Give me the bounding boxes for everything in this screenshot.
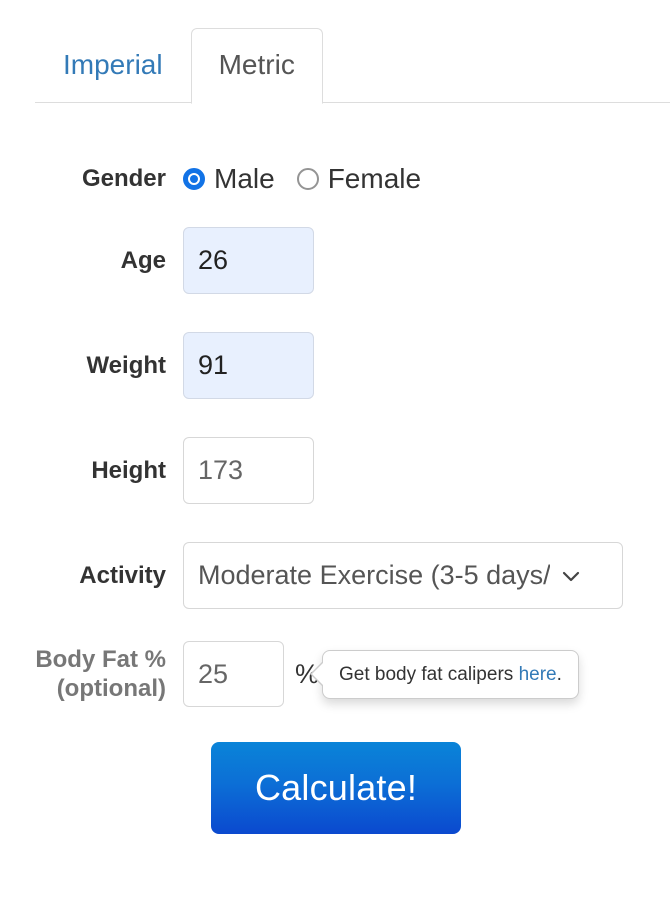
form-row-height: Height [0,437,670,504]
bodyfat-label-line2: (optional) [56,675,166,702]
tab-metric-label: Metric [218,49,295,80]
gender-option-male-label: Male [214,163,275,194]
bodyfat-tooltip: Get body fat calipers here. [322,649,579,699]
tab-imperial[interactable]: Imperial [35,28,191,103]
gender-label: Gender [81,165,166,193]
age-field [183,227,670,294]
activity-select[interactable]: Moderate Exercise (3-5 days/wk) [183,542,623,609]
bodyfat-input[interactable] [183,641,284,707]
tab-list: Imperial Metric [35,28,323,104]
bodyfat-tooltip-text-after: . [556,663,562,685]
weight-field [183,332,670,399]
form-row-age: Age [0,227,670,294]
gender-option-male[interactable]: Male [183,165,275,193]
weight-label: Weight [86,351,166,379]
weight-input[interactable] [183,332,314,399]
bodyfat-label-line1: Body Fat % [35,645,166,673]
bodyfat-tooltip-text: Get body fat calipers [339,663,519,685]
gender-field: Male Female [183,165,670,193]
gender-radio-group: Male Female [183,165,421,193]
bodyfat-calipers-link[interactable]: here [519,664,557,685]
height-input[interactable] [183,437,314,504]
submit-row: Calculate! [0,742,670,834]
calculate-button[interactable]: Calculate! [211,742,461,834]
height-field [183,437,670,504]
bodyfat-field: % Get body fat calipers here. [183,641,670,707]
activity-field: Moderate Exercise (3-5 days/wk) [183,542,670,609]
age-input[interactable] [183,227,314,294]
tab-bar: Imperial Metric [0,0,670,104]
age-label: Age [120,246,166,274]
gender-option-female[interactable]: Female [296,163,422,194]
tab-metric[interactable]: Metric [190,28,323,104]
form-row-bodyfat: Body Fat % (optional) % Get body fat cal… [0,641,670,707]
form-row-weight: Weight [0,332,670,399]
activity-select-box[interactable]: Moderate Exercise (3-5 days/wk) [183,542,623,609]
tab-imperial-label: Imperial [63,49,163,80]
form-row-gender: Gender Male Female [0,153,670,205]
height-label: Height [91,456,166,484]
radio-male-icon[interactable] [183,168,205,190]
activity-selected-value: Moderate Exercise (3-5 days/wk) [198,560,550,590]
activity-label: Activity [79,561,166,589]
bodyfat-label: Body Fat % (optional) [0,645,183,704]
calculator-form: Gender Male Female Age Weight [0,153,670,834]
gender-option-female-label: Female [327,163,422,194]
chevron-down-icon [558,564,584,588]
radio-female-icon[interactable] [296,168,319,190]
form-row-activity: Activity Moderate Exercise (3-5 days/wk) [0,542,670,609]
